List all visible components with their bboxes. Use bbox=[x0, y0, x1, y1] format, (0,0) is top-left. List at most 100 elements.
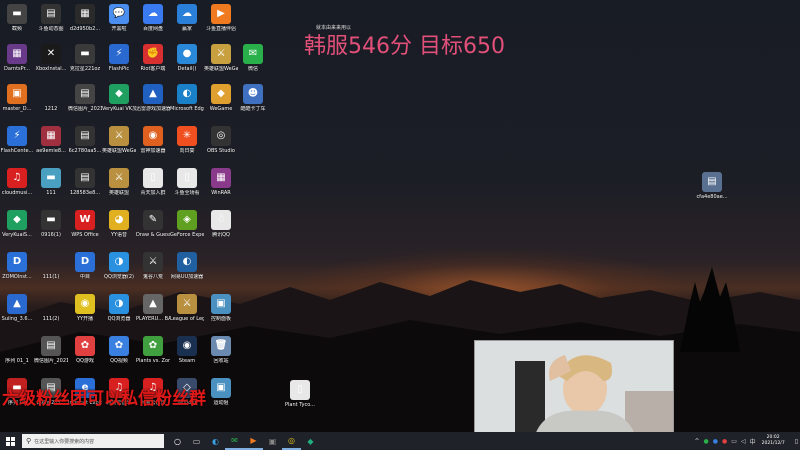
desktop-icon[interactable]: ☁ 赢家 bbox=[170, 4, 204, 44]
edge-taskbar-icon[interactable]: ◐ bbox=[206, 432, 225, 450]
desktop-icon[interactable]: ▲ 迅雷游戏加速器 bbox=[136, 84, 170, 124]
desktop-icon[interactable]: ▣ 控制面板 bbox=[204, 294, 238, 334]
desktop-icon[interactable]: D ZOMOlnst... bbox=[0, 252, 34, 292]
accelerator-taskbar-icon[interactable]: ◆ bbox=[301, 432, 320, 450]
desktop-icon[interactable]: ☻ 酷酷卡丁车 bbox=[236, 84, 270, 124]
desktop-icon[interactable]: ▦ WinRAR bbox=[204, 168, 238, 208]
desktop-icon[interactable]: ◎ OBS Studio bbox=[204, 126, 238, 166]
desktop-icon[interactable]: ✿ Plants vs. Zombies G... bbox=[136, 336, 170, 376]
file-explorer-icon[interactable]: ▭ bbox=[187, 432, 206, 450]
desktop-icon[interactable]: ◉ YY开播 bbox=[68, 294, 102, 334]
desktop-icon[interactable]: D 中目 bbox=[68, 252, 102, 292]
desktop-icon[interactable]: ☁ 百度网盘 bbox=[136, 4, 170, 44]
desktop-icon[interactable]: ▬ 0916(1) bbox=[34, 210, 68, 250]
desktop-icon[interactable]: ◐ Microsoft Edge bbox=[170, 84, 204, 124]
network-icon[interactable]: ▭ bbox=[731, 438, 737, 445]
desktop-icon[interactable]: ◑ QQ浏览器 bbox=[102, 294, 136, 334]
desktop-icon[interactable]: ✿ QQ游戏 bbox=[68, 336, 102, 376]
desktop-icon[interactable]: ▦ ae9emie8... bbox=[34, 126, 68, 166]
desktop-icon-label: 迅雷游戏加速器 bbox=[136, 106, 170, 112]
desktop-icon[interactable]: ✕ XboxInstal... bbox=[34, 44, 68, 84]
desktop-icon[interactable]: 💬 开黑啦 bbox=[102, 4, 136, 44]
desktop-icon[interactable]: ▤ 6c2780aa5... bbox=[68, 126, 102, 166]
obs-taskbar-icon[interactable]: ◎ bbox=[282, 432, 301, 450]
desktop-icon[interactable]: ▯ 青天加入群 bbox=[136, 168, 170, 208]
wechat-taskbar-icon[interactable]: ✉ bbox=[225, 432, 244, 450]
desktop-icon[interactable]: ◉ 雷神加速器 bbox=[136, 126, 170, 166]
desktop-icon-label: ZOMOlnst... bbox=[2, 274, 32, 280]
desktop-icon[interactable]: ⚔ 英雄联盟WeGame版 bbox=[204, 44, 238, 84]
desktop-icon[interactable]: ⚔ League of Legends bbox=[170, 294, 204, 334]
desktop-icon[interactable]: ⚔ 鬼谷八荒 bbox=[136, 252, 170, 292]
start-button[interactable] bbox=[0, 432, 20, 450]
desktop-icon[interactable]: ▬ 截频 bbox=[0, 4, 34, 44]
taskbar-search-input[interactable]: ⚲ 在这里输入你要搜索的内容 bbox=[22, 434, 164, 448]
desktop-icon[interactable]: ▤ 斗鱼动态图 bbox=[34, 4, 68, 44]
desktop-icon-label: 网易UU加速器 bbox=[170, 274, 204, 280]
tray-app-icon-2[interactable]: ● bbox=[713, 438, 718, 445]
volume-icon[interactable]: ◁ bbox=[741, 438, 746, 445]
desktop-icon[interactable]: ♫ cloudmusi... bbox=[0, 168, 34, 208]
app-icon: ◈ bbox=[177, 210, 197, 230]
taskbar-clock[interactable]: 20:02 2021/12/7 bbox=[762, 435, 785, 447]
desktop-icon-label: Steam bbox=[178, 358, 196, 364]
desktop-icon[interactable]: ✳ 向日葵 bbox=[170, 126, 204, 166]
desktop-icon[interactable]: ▣ master_D... bbox=[0, 84, 34, 124]
desktop-icon[interactable]: ☃ 腾讯QQ bbox=[204, 210, 238, 250]
desktop-icon[interactable]: 111(1) bbox=[34, 252, 68, 292]
desktop-icon-label: 1212 bbox=[44, 106, 58, 112]
desktop-icon-label: 腾讯QQ bbox=[212, 232, 230, 238]
desktop-icon[interactable]: ⚔ 英雄联盟 bbox=[102, 168, 136, 208]
desktop-icon[interactable]: ▯ Plant Tyco... bbox=[283, 380, 317, 420]
desktop-icon[interactable]: 1212 bbox=[34, 84, 68, 124]
app-icon: ◐ bbox=[177, 252, 197, 272]
desktop-icon[interactable]: ▣ 运动阻 bbox=[204, 378, 238, 418]
desktop-icon[interactable]: ▲ PLAYERU... BATTLEGR... bbox=[136, 294, 170, 334]
desktop-icon[interactable]: ⚔ 英雄联盟WeGame版 bbox=[102, 126, 136, 166]
notification-icon[interactable]: ▯ bbox=[795, 438, 798, 445]
tray-app-icon[interactable]: ● bbox=[704, 438, 709, 445]
ime-indicator[interactable]: 中 bbox=[750, 437, 756, 446]
desktop-icon-label: 中目 bbox=[79, 274, 90, 280]
tray-expand-icon[interactable]: ^ bbox=[695, 438, 700, 445]
desktop-icon-label: XboxInstal... bbox=[35, 66, 67, 72]
tray-app-icon-3[interactable]: ● bbox=[722, 438, 727, 445]
task-view-icon[interactable]: ○ bbox=[168, 432, 187, 450]
desktop-icon[interactable]: ✉ 微信 bbox=[236, 44, 270, 84]
desktop-icon[interactable]: 🗑 回收站 bbox=[204, 336, 238, 376]
desktop-icon[interactable]: ▦ d2d950b2... bbox=[68, 4, 102, 44]
desktop-icon[interactable]: 111(2) bbox=[34, 294, 68, 334]
desktop: 就本由来来用以 韩服546分 目标650 ▬ 截频 ▤ 斗鱼动态图 ▦ d2d950b2.… bbox=[0, 0, 800, 434]
desktop-icon[interactable]: ⚡ FlashCente... bbox=[0, 126, 34, 166]
desktop-icon[interactable]: ◑ QQ浏览器(2) bbox=[102, 252, 136, 292]
desktop-icon[interactable]: ▤ 微信图片_2021117... bbox=[68, 84, 102, 124]
desktop-icon[interactable]: ◆ VeryKuai VK加速器 bbox=[102, 84, 136, 124]
desktop-icon[interactable]: ▯ 斗鱼全场看 bbox=[170, 168, 204, 208]
desktop-icon[interactable]: ◐ 网易UU加速器 bbox=[170, 252, 204, 292]
desktop-icon-label: 运动阻 bbox=[213, 400, 229, 406]
desktop-icon-label: 鬼谷八荒 bbox=[142, 274, 163, 280]
desktop-icon[interactable]: W WPS Office bbox=[68, 210, 102, 250]
desktop-icon[interactable]: ▲ Suiing_3.6... bbox=[0, 294, 34, 334]
desktop-icon[interactable]: ▤ 128583e8... bbox=[68, 168, 102, 208]
desktop-icon[interactable]: ▦ DarntsPr... bbox=[0, 44, 34, 84]
desktop-icon[interactable]: ✊ Riot客户端 bbox=[136, 44, 170, 84]
desktop-icon[interactable]: ▬ 克拉星221oz bbox=[68, 44, 102, 84]
desktop-icon[interactable]: ▤ 微信图片_2021102... bbox=[34, 336, 68, 376]
desktop-icon[interactable]: ✿ QQ视频 bbox=[102, 336, 136, 376]
desktop-icon[interactable]: ◆ VeryKuaiS... bbox=[0, 210, 34, 250]
app-icon: ✿ bbox=[109, 336, 129, 356]
desktop-icon[interactable]: ✎ Draw & Guess bbox=[136, 210, 170, 250]
desktop-icon[interactable]: ⚡ FlashPic bbox=[102, 44, 136, 84]
desktop-icon[interactable]: ◆ WeGame bbox=[204, 84, 238, 124]
desktop-icon[interactable]: 序列 01_1 bbox=[0, 336, 34, 376]
desktop-icon[interactable]: ▬ 111 bbox=[34, 168, 68, 208]
desktop-icon[interactable]: ▤ cfa4e80ae... bbox=[695, 172, 729, 212]
desktop-icon[interactable]: ◕ YY语音 bbox=[102, 210, 136, 250]
desktop-icon[interactable]: ◉ Steam bbox=[170, 336, 204, 376]
desktop-icon[interactable]: ● Detail() bbox=[170, 44, 204, 84]
desktop-icon[interactable]: ◈ GeForce Experience bbox=[170, 210, 204, 250]
douyu-taskbar-icon[interactable]: ▶ bbox=[244, 432, 263, 450]
desktop-icon[interactable]: ▶ 斗鱼直播伴侣 bbox=[204, 4, 238, 44]
game-taskbar-icon[interactable]: ▣ bbox=[263, 432, 282, 450]
